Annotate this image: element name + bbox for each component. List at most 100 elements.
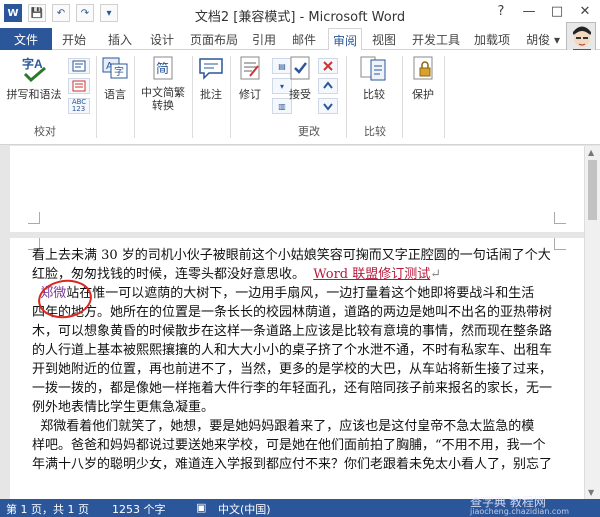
group-divider bbox=[230, 56, 231, 138]
text-line: 郑微看着他们就笑了，她想，要是她妈妈跟着来了，应该也是这付皇帝不急太监急的模 bbox=[32, 417, 572, 436]
group-divider bbox=[96, 56, 97, 138]
tab-references[interactable]: 引用 bbox=[252, 31, 276, 48]
vertical-scrollbar[interactable]: ▲ ▼ bbox=[584, 146, 600, 499]
line-text: 一拨一拨的，都是像她一样拖着大件行李的年轻面孔，还有陪同孩子前来报名的家长，无一 bbox=[32, 381, 553, 396]
group-divider bbox=[192, 56, 193, 138]
window-controls: ? — □ ✕ bbox=[492, 4, 594, 19]
compare-label: 比较 bbox=[363, 88, 385, 101]
language-status[interactable]: 中文(中国) bbox=[218, 501, 271, 517]
text-line: 的人行道上基本被熙熙攘攘的人和大大小小的桌子挤了个水泄不通，不时有私家车、出租车 bbox=[32, 341, 572, 360]
group-changes-label: 更改 bbox=[298, 125, 320, 138]
line-text: 四年的地方。她所在的位置是一条长长的校园林荫道，道路的两边是她叫不出名的亚热带树 bbox=[32, 305, 553, 320]
language-icon: A字 bbox=[100, 54, 130, 82]
compare-button[interactable]: 比较 bbox=[352, 54, 396, 102]
svg-text:字A: 字A bbox=[22, 56, 43, 71]
word-count-status[interactable]: 1253 个字 bbox=[112, 501, 166, 517]
help-button[interactable]: ? bbox=[492, 4, 510, 19]
tab-insert[interactable]: 插入 bbox=[108, 31, 132, 48]
group-divider bbox=[134, 56, 135, 138]
chinese-conversion-button[interactable]: 简 中文简繁 转换 bbox=[136, 54, 190, 112]
comment-button[interactable]: 批注 bbox=[194, 54, 228, 102]
minimize-button[interactable]: — bbox=[520, 4, 538, 19]
tab-review[interactable]: 审阅 bbox=[328, 28, 363, 51]
accept-label: 接受 bbox=[289, 88, 311, 101]
text-line: 郑微站在惟一可以遮荫的大树下，一边用手扇风，一边打量着这个她即将要战斗和生活 bbox=[32, 284, 572, 303]
thesaurus-icon[interactable] bbox=[68, 78, 90, 94]
spelling-label: 拼写和语法 bbox=[6, 88, 62, 101]
tab-design[interactable]: 设计 bbox=[150, 31, 174, 48]
text-line: 木，可以想象黄昏的时候散步在这样一条道路上应该是比较有意境的事情，然而现在整条路 bbox=[32, 322, 572, 341]
document-page[interactable]: 看上去未满 30 岁的司机小伙子被眼前这个小姑娘笑容可掬而又字正腔圆的一句话闹了… bbox=[10, 238, 584, 499]
ribbon-tab-bar: 文件 开始 插入 设计 页面布局 引用 邮件 审阅 视图 开发工具 加载项 胡俊… bbox=[0, 22, 600, 52]
paragraph-mark: ↵ bbox=[430, 267, 442, 282]
text-line: 红脸，匆匆找钱的时候，连零头都没好意思收。 Word 联盟修订测试↵ bbox=[32, 265, 572, 284]
line-text: 开到她附近的位置，再也前进不了，当然，更多的是学校的大巴，从车站将新生接了过来， bbox=[32, 362, 553, 377]
tab-addins[interactable]: 加载项 bbox=[474, 31, 510, 48]
spelling-icon: 字A bbox=[19, 54, 49, 82]
compare-icon bbox=[359, 54, 389, 82]
text-line: 看上去未满 30 岁的司机小伙子被眼前这个小姑娘笑容可掬而又字正腔圆的一句话闹了… bbox=[32, 246, 572, 265]
text-line: 一拨一拨的，都是像她一样拖着大件行李的年轻面孔，还有陪同孩子前来报名的家长，无一 bbox=[32, 379, 572, 398]
ribbon-review: 字A 拼写和语法 ABC 123 校对 A字 语言 简 中文简繁 转换 批注 修… bbox=[0, 50, 600, 145]
accept-button[interactable]: 接受 bbox=[280, 54, 320, 102]
group-divider bbox=[346, 56, 347, 138]
chinese-conversion-icon: 简 bbox=[148, 54, 178, 82]
document-page-previous bbox=[10, 146, 584, 232]
line-text: 看上去未满 30 岁的司机小伙子被眼前这个小姑娘笑容可掬而又字正腔圆的一句话闹了… bbox=[32, 248, 551, 263]
scrollbar-thumb[interactable] bbox=[588, 160, 597, 220]
tab-home[interactable]: 开始 bbox=[62, 31, 86, 48]
svg-text:简: 简 bbox=[156, 61, 169, 77]
protect-button[interactable]: 保护 bbox=[406, 54, 440, 102]
document-area: 看上去未满 30 岁的司机小伙子被眼前这个小姑娘笑容可掬而又字正腔圆的一句话闹了… bbox=[0, 146, 600, 499]
line-text: 样吧。爸爸和妈妈都说过要送她来学校，可是她在他们面前拍了胸脯，“不用不用，我一个 bbox=[32, 438, 546, 453]
word-count-icon[interactable]: ABC 123 bbox=[68, 98, 90, 114]
line-text: 年满十八岁的聪明少女，难道连入学报到都应付不来？你们老跟着未免太小看人了，别忘了 bbox=[32, 457, 553, 472]
avatar[interactable] bbox=[566, 22, 596, 52]
group-compare-label: 比较 bbox=[364, 125, 386, 138]
next-change-icon[interactable] bbox=[318, 98, 338, 114]
proofing-status-icon[interactable]: ▣ bbox=[196, 501, 206, 514]
user-account[interactable]: 胡俊 ▾ bbox=[526, 31, 560, 48]
line-text: 郑微看着他们就笑了，她想，要是她妈妈跟着来了，应该也是这付皇帝不急太监急的模 bbox=[40, 419, 535, 434]
inserted-revision-text[interactable]: Word 联盟修订测试 bbox=[313, 267, 430, 282]
svg-text:字: 字 bbox=[114, 65, 124, 78]
reject-icon[interactable] bbox=[318, 58, 338, 74]
close-button[interactable]: ✕ bbox=[576, 4, 594, 19]
track-changes-icon bbox=[235, 54, 265, 82]
tab-layout[interactable]: 页面布局 bbox=[190, 31, 238, 48]
text-line: 例外地表情比学生更焦急凝重。 bbox=[32, 398, 572, 417]
previous-change-icon[interactable] bbox=[318, 78, 338, 94]
tab-file[interactable]: 文件 bbox=[0, 28, 52, 50]
tab-view[interactable]: 视图 bbox=[372, 31, 396, 48]
chinese-conversion-label-2: 转换 bbox=[152, 99, 174, 112]
track-changes-label: 修订 bbox=[239, 88, 261, 101]
page-count-status[interactable]: 第 1 页，共 1 页 bbox=[6, 501, 89, 517]
define-icon[interactable] bbox=[68, 58, 90, 74]
group-proofing-label: 校对 bbox=[34, 125, 56, 138]
margin-marker bbox=[554, 212, 566, 224]
comment-label: 批注 bbox=[200, 88, 222, 101]
line-text: 木，可以想象黄昏的时候散步在这样一条道路上应该是比较有意境的事情，然而现在整条路 bbox=[32, 324, 553, 339]
status-bar: 第 1 页，共 1 页 1253 个字 ▣ 中文(中国) 查字典 教程网 jia… bbox=[0, 495, 600, 517]
track-changes-button[interactable]: 修订 bbox=[232, 54, 268, 102]
language-button[interactable]: A字 语言 bbox=[98, 54, 132, 102]
line-text: 例外地表情比学生更焦急凝重。 bbox=[32, 400, 215, 415]
group-divider bbox=[444, 56, 445, 138]
language-label: 语言 bbox=[104, 88, 126, 101]
tab-developer[interactable]: 开发工具 bbox=[412, 31, 460, 48]
tab-mailings[interactable]: 邮件 bbox=[292, 31, 316, 48]
maximize-button[interactable]: □ bbox=[548, 4, 566, 19]
protect-label: 保护 bbox=[412, 88, 434, 101]
comment-icon bbox=[196, 54, 226, 82]
text-line: 四年的地方。她所在的位置是一条长长的校园林荫道，道路的两边是她叫不出名的亚热带树 bbox=[32, 303, 572, 322]
scroll-down-icon[interactable]: ▼ bbox=[588, 488, 594, 497]
watermark-url: jiaocheng.chazidian.com bbox=[470, 507, 570, 516]
document-body[interactable]: 看上去未满 30 岁的司机小伙子被眼前这个小姑娘笑容可掬而又字正腔圆的一句话闹了… bbox=[32, 246, 572, 474]
text-line: 样吧。爸爸和妈妈都说过要送她来学校，可是她在他们面前拍了胸脯，“不用不用，我一个 bbox=[32, 436, 572, 455]
title-bar: W 💾 ↶ ↷ ▾ 文档2 [兼容模式] - Microsoft Word ? … bbox=[0, 0, 600, 28]
line-text: 站在惟一可以遮荫的大树下，一边用手扇风，一边打量着这个她即将要战斗和生活 bbox=[66, 286, 535, 301]
spelling-grammar-button[interactable]: 字A 拼写和语法 bbox=[4, 54, 64, 102]
scroll-up-icon[interactable]: ▲ bbox=[588, 148, 594, 157]
margin-marker bbox=[28, 212, 40, 224]
group-divider bbox=[402, 56, 403, 138]
